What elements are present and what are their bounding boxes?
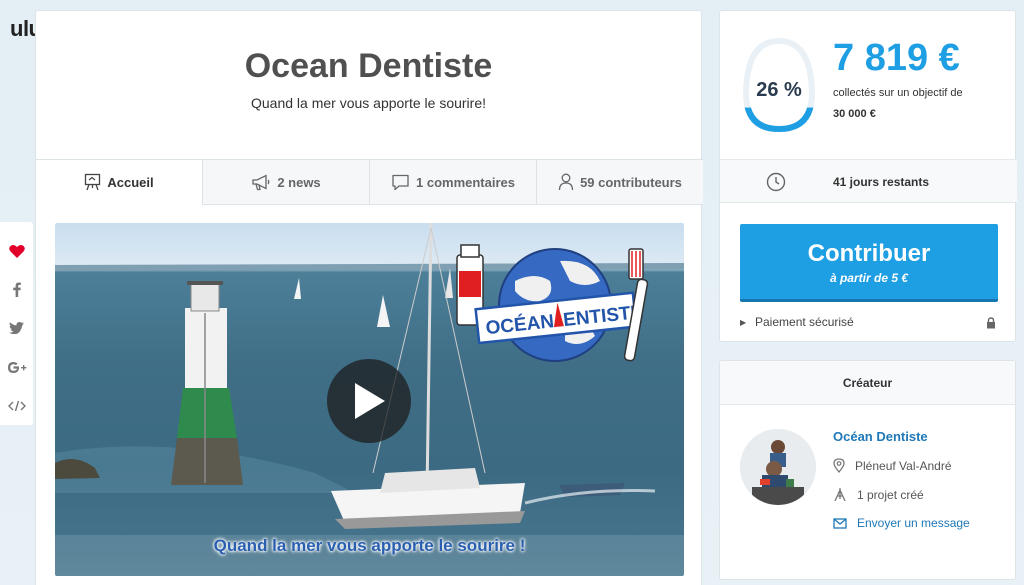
speech-bubble-icon [392,174,409,190]
project-subtitle: Quand la mer vous apporte le sourire! [250,95,486,111]
creator-photo [740,429,816,505]
clock-icon [766,172,786,192]
twitter-icon [9,322,24,335]
heart-icon [8,244,25,258]
play-button[interactable] [327,359,411,443]
contribute-label: Contribuer [807,240,931,267]
embed-icon [7,400,26,411]
person-icon [558,173,574,191]
video-caption: Quand la mer vous apporte le sourire ! [213,536,526,555]
creator-location-text: Pléneuf Val-André [855,458,952,473]
progress-percent: 26 % [756,79,802,101]
share-twitter-button[interactable] [0,309,33,348]
share-heart-button[interactable] [0,232,33,271]
amount-raised: 7 819 € [833,37,960,79]
easel-icon [834,488,846,502]
days-remaining: 41 jours restants [833,175,930,189]
project-card: Ocean Dentiste Quand la mer vous apporte… [35,10,703,585]
tab-label: 2 news [277,174,321,190]
contribute-button[interactable]: Contribuer à partir de 5 € [740,224,998,302]
share-facebook-button[interactable] [0,271,33,310]
tab-label: 59 contributeurs [580,174,682,190]
goal-text: collectés sur un objectif de 30 000 € [833,83,1013,125]
creator-location: Pléneuf Val-André [833,458,952,473]
creator-name-link[interactable]: Océan Dentiste [833,429,928,444]
creator-projects: 1 projet créé [833,487,924,502]
google-plus-icon [7,361,26,373]
days-remaining-row: 41 jours restants [720,159,1017,203]
play-icon [355,383,385,419]
creator-card: Créateur Océan Dentiste Pléneuf Val-Andr… [719,360,1016,580]
creator-projects-text: 1 projet créé [857,487,924,502]
goal-amount: 30 000 € [833,108,876,120]
envelope-icon [833,517,847,529]
tab-contributors[interactable]: 59 contributeurs [536,160,703,204]
facebook-icon [12,282,21,298]
collected-label: collectés sur un objectif de [833,87,963,99]
map-pin-icon [833,458,845,473]
secure-payment-toggle[interactable]: ▶ Paiement sécurisé [740,314,998,334]
tab-label: Accueil [107,174,154,190]
tab-accueil[interactable]: Accueil [36,160,202,205]
tab-comments[interactable]: 1 commentaires [369,160,536,204]
megaphone-icon [252,173,270,190]
tab-news[interactable]: 2 news [202,160,369,204]
secure-payment-label: Paiement sécurisé [755,315,854,329]
share-sidebar [0,222,33,425]
ocean-dentiste-logo: OCÉAN ENTISTE [456,244,649,362]
lock-icon [987,317,995,329]
creator-header: Créateur [720,361,1015,405]
project-tabs: Accueil 2 news 1 commentaires 59 contrib… [36,159,703,205]
share-embed-button[interactable] [0,386,33,425]
page-title: Ocean Dentiste [244,47,493,85]
funding-card: 26 % 7 819 € collectés sur un objectif d… [719,10,1017,342]
video-player[interactable]: OCÉAN ENTISTE Quand la mer vous apporte … [55,223,684,576]
avatar[interactable] [740,429,816,505]
tab-label: 1 commentaires [416,174,515,190]
send-message-label: Envoyer un message [857,516,970,530]
contribute-minimum: à partir de 5 € [829,271,909,285]
caret-right-icon: ▶ [740,318,747,327]
easel-icon [85,173,101,191]
share-google-plus-button[interactable] [0,348,33,387]
send-message-link[interactable]: Envoyer un message [833,516,970,530]
